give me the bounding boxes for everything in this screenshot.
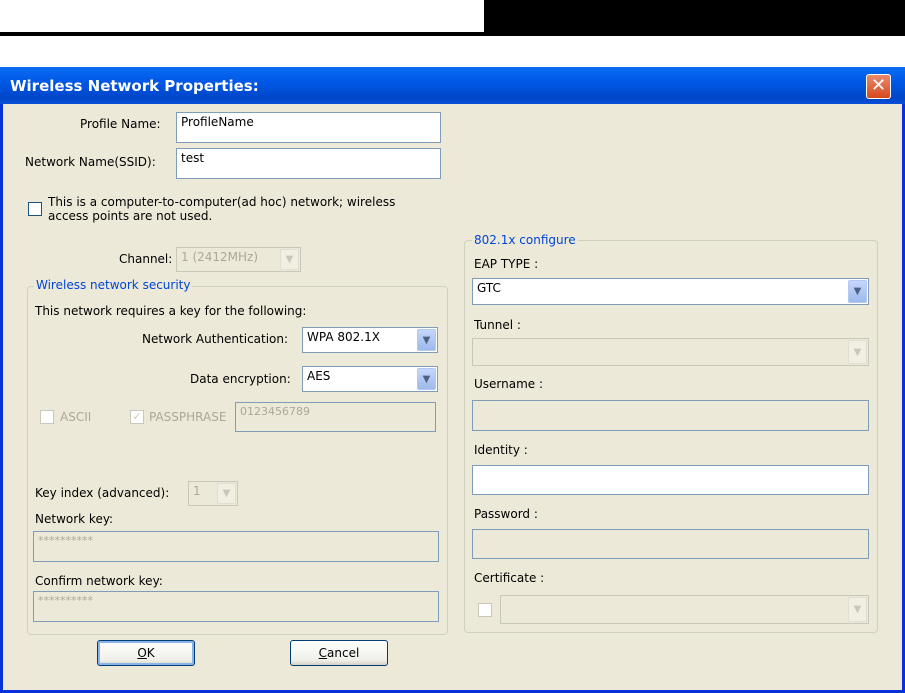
chevron-down-icon[interactable]: ▼ [417, 329, 436, 351]
ok-label-rest: K [146, 646, 155, 660]
ok-button[interactable]: OK [97, 640, 195, 666]
requires-key-text: This network requires a key for the foll… [35, 304, 307, 318]
adhoc-checkbox[interactable] [28, 202, 42, 216]
password-label: Password : [474, 507, 538, 521]
confirm-key-label: Confirm network key: [35, 574, 163, 588]
close-icon: ✕ [870, 75, 887, 96]
chevron-down-icon[interactable]: ▼ [417, 368, 436, 390]
dialog-title: Wireless Network Properties: [10, 77, 259, 95]
security-group-legend: Wireless network security [34, 278, 193, 292]
encryption-label: Data encryption: [190, 372, 291, 386]
ssid-label: Network Name(SSID): [25, 155, 156, 169]
eap-type-value: GTC [477, 281, 501, 295]
profile-name-label: Profile Name: [80, 117, 161, 131]
passphrase-input: 0123456789 [235, 402, 436, 432]
certificate-checkbox [478, 603, 492, 617]
adhoc-label-line2: access points are not used. [48, 209, 213, 223]
encryption-value: AES [307, 369, 331, 383]
tunnel-label: Tunnel : [474, 318, 521, 332]
dot1x-group-legend: 802.1x configure [472, 233, 578, 247]
ascii-label: ASCII [60, 410, 92, 424]
passphrase-checkbox: ✓ [130, 410, 144, 424]
cancel-accelerator: C [318, 646, 328, 660]
network-key-input: ********** [33, 531, 439, 562]
password-input [472, 529, 869, 559]
channel-value: 1 (2412MHz) [181, 250, 259, 264]
close-button[interactable]: ✕ [866, 74, 891, 99]
chevron-down-icon: ▼ [848, 340, 867, 364]
page-header-rule [0, 32, 905, 36]
passphrase-label: PASSPHRASE [149, 410, 227, 424]
identity-label: Identity : [474, 443, 528, 457]
certificate-select: ▼ [500, 595, 869, 624]
encryption-select[interactable]: AES ▼ [302, 366, 438, 392]
network-key-label: Network key: [35, 512, 114, 526]
auth-label: Network Authentication: [142, 332, 289, 346]
eap-type-select[interactable]: GTC ▼ [472, 278, 869, 305]
key-index-label: Key index (advanced): [35, 486, 170, 500]
identity-input[interactable] [472, 465, 869, 495]
ssid-input[interactable]: test [176, 148, 441, 179]
confirm-key-input: ********** [33, 591, 439, 622]
certificate-label: Certificate : [474, 571, 545, 585]
adhoc-label-line1: This is a computer-to-computer(ad hoc) n… [48, 195, 396, 209]
eap-type-label: EAP TYPE : [474, 257, 539, 271]
key-index-select: 1 ▼ [188, 481, 238, 506]
chevron-down-icon[interactable]: ▼ [848, 280, 867, 303]
username-label: Username : [474, 377, 544, 391]
key-index-value: 1 [193, 484, 201, 498]
chevron-down-icon: ▼ [280, 249, 299, 270]
auth-select[interactable]: WPA 802.1X ▼ [302, 327, 438, 353]
auth-value: WPA 802.1X [307, 330, 380, 344]
chevron-down-icon: ▼ [217, 483, 236, 504]
channel-select: 1 (2412MHz) ▼ [176, 247, 301, 272]
ok-accelerator: O [137, 646, 147, 660]
chevron-down-icon: ▼ [848, 597, 867, 622]
channel-label: Channel: [119, 252, 173, 266]
cancel-label-rest: ancel [327, 646, 360, 660]
username-input [472, 400, 869, 431]
profile-name-input[interactable]: ProfileName [176, 112, 441, 143]
cancel-button[interactable]: Cancel [290, 640, 388, 666]
adhoc-label: This is a computer-to-computer(ad hoc) n… [48, 195, 395, 223]
ascii-checkbox [40, 410, 54, 424]
tunnel-select: ▼ [472, 338, 869, 366]
page-header-bar [484, 0, 905, 32]
